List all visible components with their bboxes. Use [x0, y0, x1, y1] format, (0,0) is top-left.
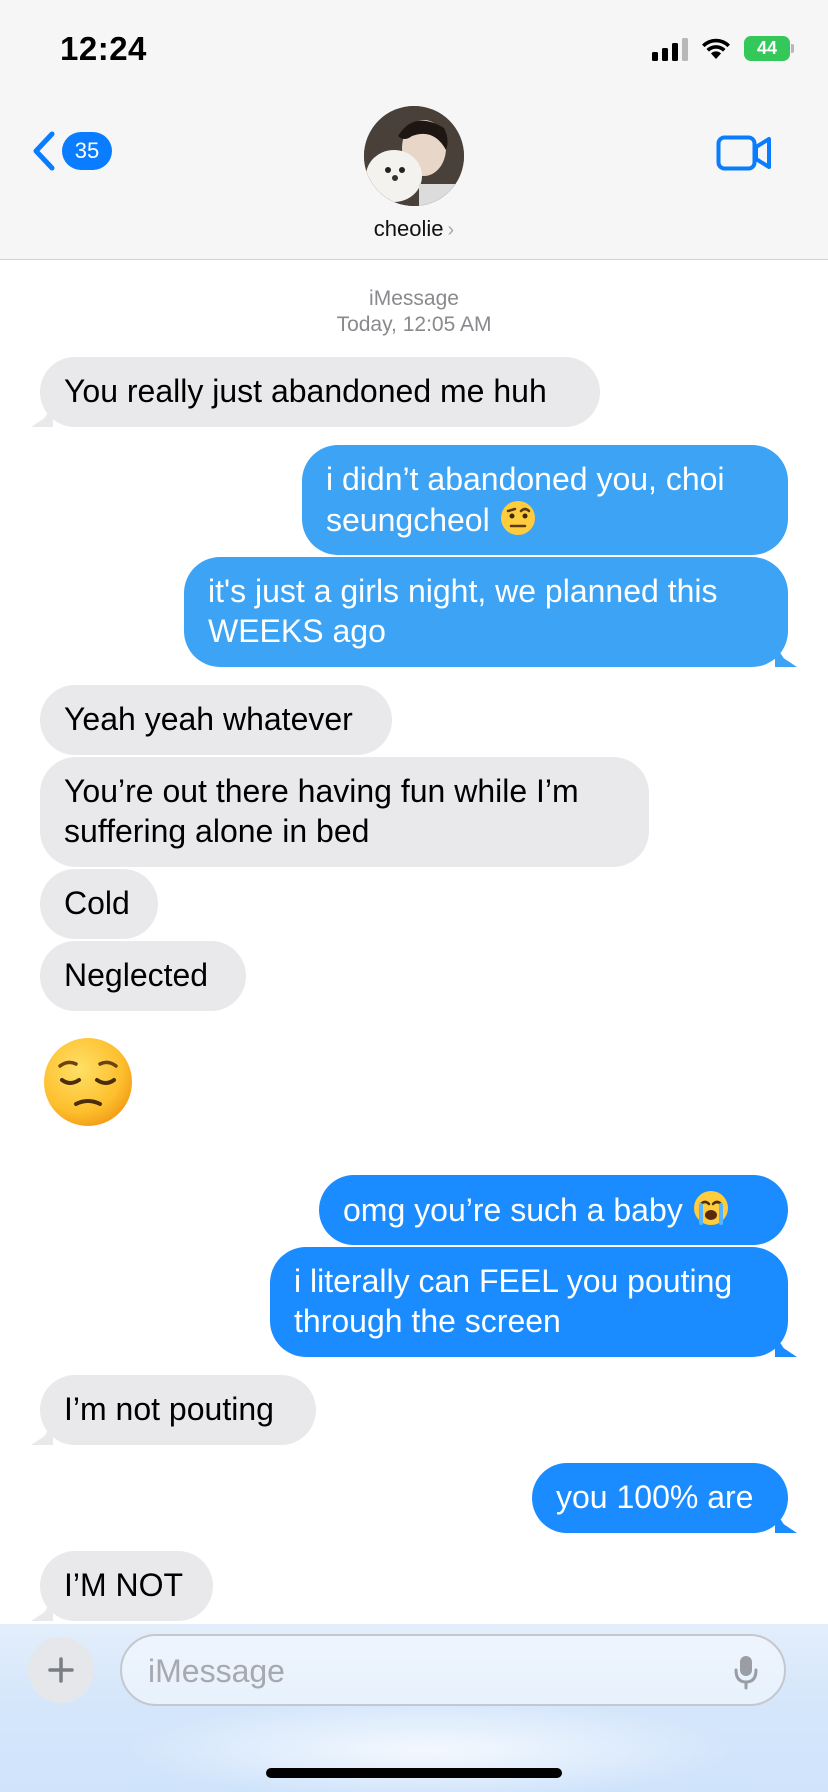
pensive-face-emoji[interactable]: [42, 1036, 134, 1128]
thread-timestamp: Today, 12:05 AM: [336, 313, 492, 336]
message-text: I’M NOT: [64, 1567, 184, 1603]
loudly-crying-emoji: [692, 1189, 730, 1230]
message-text: i literally can FEEL you pouting through…: [294, 1263, 733, 1339]
conversation-header: 12:24 44 35 cheolie ›: [0, 0, 828, 260]
message-text: Cold: [64, 885, 130, 921]
message-received[interactable]: You really just abandoned me huh: [40, 357, 600, 427]
avatar-photo: [364, 106, 464, 206]
message-text: You’re out there having fun while I’m su…: [64, 773, 579, 849]
message-received[interactable]: You’re out there having fun while I’m su…: [40, 757, 649, 867]
back-chevron-icon: [33, 131, 55, 171]
battery-level: 44: [756, 38, 778, 58]
message-sent[interactable]: it's just a girls night, we planned this…: [184, 557, 788, 667]
back-button[interactable]: 35: [30, 130, 112, 172]
compose-glow: [120, 1700, 740, 1792]
message-sent[interactable]: i literally can FEEL you pouting through…: [270, 1247, 788, 1357]
signal-icon: [652, 37, 688, 61]
microphone-icon: [734, 1656, 758, 1690]
message-text: omg you’re such a baby: [343, 1192, 683, 1228]
chevron-right-icon: ›: [447, 219, 455, 241]
contact-name-button[interactable]: cheolie ›: [0, 216, 828, 242]
message-input-field[interactable]: [120, 1634, 786, 1706]
message-text: Yeah yeah whatever: [64, 701, 353, 737]
message-received[interactable]: Cold: [40, 869, 158, 939]
message-text: Neglected: [64, 957, 209, 993]
thread-meta: iMessage Today, 12:05 AM: [0, 286, 828, 338]
message-sent[interactable]: i didn’t abandoned you, choi seungcheol: [302, 445, 788, 555]
message-received[interactable]: I’m not pouting: [40, 1375, 316, 1445]
message-text: I’m not pouting: [64, 1391, 274, 1427]
message-text: it's just a girls night, we planned this…: [208, 573, 718, 649]
apps-plus-button[interactable]: [28, 1637, 94, 1703]
dictation-button[interactable]: [734, 1654, 758, 1695]
messages-screen: 12:24 44 35 cheolie › iMessage Today, 12…: [0, 0, 828, 1792]
message-sent[interactable]: you 100% are: [532, 1463, 788, 1533]
message-received[interactable]: Neglected: [40, 941, 246, 1011]
message-received[interactable]: I’M NOT: [40, 1551, 213, 1621]
message-text: You really just abandoned me huh: [64, 373, 547, 409]
plus-icon: [48, 1657, 74, 1683]
raised-eyebrow-emoji: [499, 499, 537, 540]
unread-count-badge: 35: [62, 132, 112, 170]
battery-icon: 44: [744, 36, 794, 61]
message-input[interactable]: [146, 1648, 710, 1694]
contact-avatar[interactable]: [364, 106, 464, 206]
facetime-video-button[interactable]: [716, 134, 772, 177]
message-received[interactable]: Yeah yeah whatever: [40, 685, 392, 755]
status-time: 12:24: [60, 30, 147, 67]
contact-name: cheolie: [373, 216, 444, 241]
status-icons: 44: [652, 36, 794, 61]
home-indicator[interactable]: [266, 1768, 562, 1778]
message-sent[interactable]: omg you’re such a baby: [319, 1175, 788, 1245]
service-label: iMessage: [369, 287, 459, 310]
wifi-icon: [702, 38, 730, 59]
message-text: you 100% are: [556, 1479, 754, 1515]
video-camera-icon: [716, 135, 771, 171]
